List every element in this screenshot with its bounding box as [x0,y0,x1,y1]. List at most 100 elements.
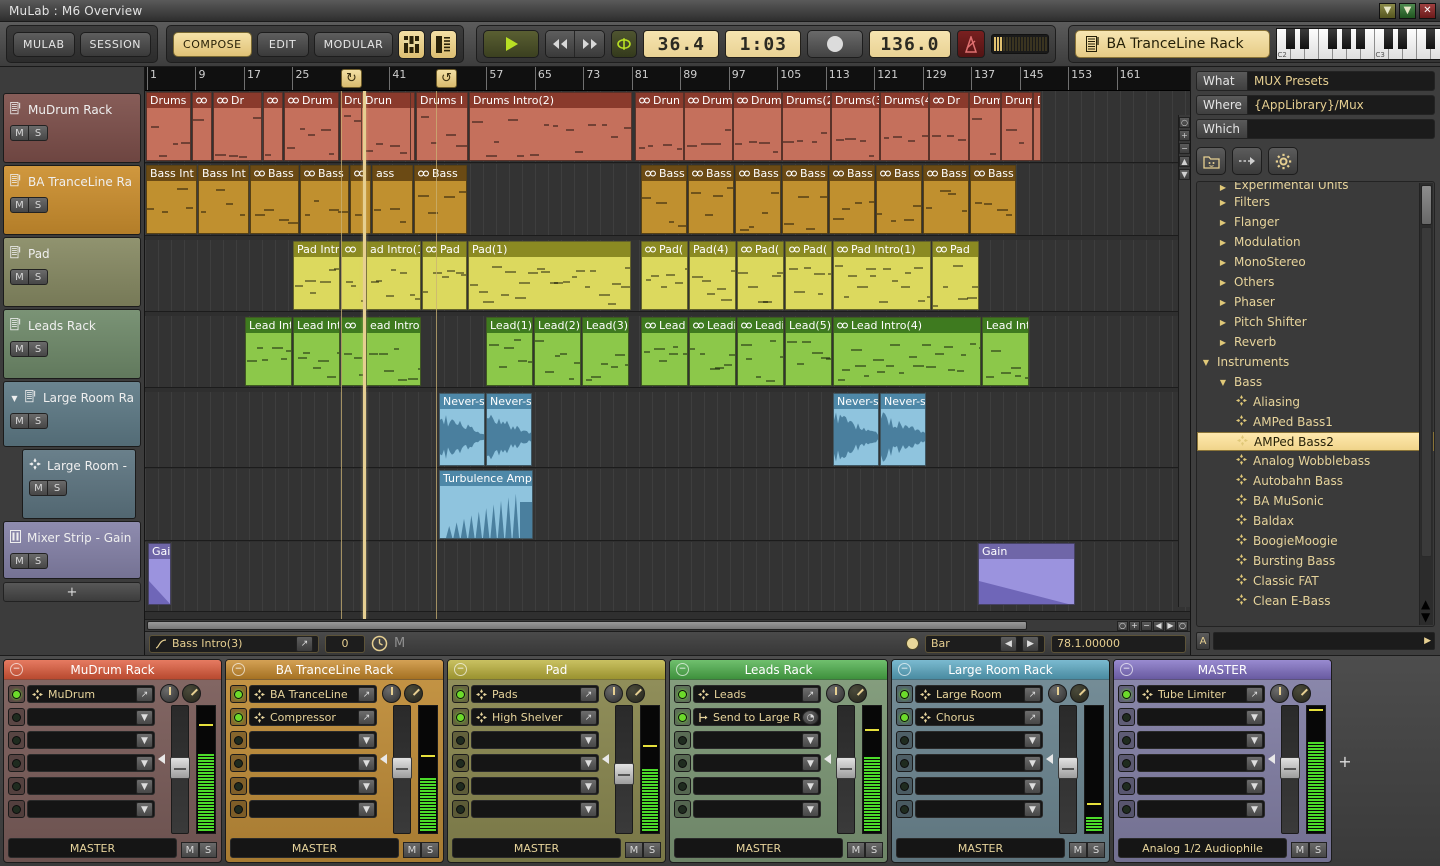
slot-dropdown-icon[interactable]: ▼ [580,802,597,817]
midi-clip[interactable]: Pad(1) [468,241,631,310]
send-knob-icon[interactable]: ◔ [802,710,819,725]
session-menu-button[interactable]: SESSION [79,31,152,57]
slot-field[interactable]: ▼ [1137,708,1265,726]
slot-power-button[interactable] [896,731,913,749]
mixer-slot[interactable]: Chorus ↗ [896,707,1043,727]
midi-clip[interactable]: Leadi [689,317,736,386]
open-plugin-icon[interactable]: ↗ [580,710,597,725]
slot-dropdown-icon[interactable]: ▼ [802,779,819,794]
loop-button[interactable] [611,30,638,58]
slot-dropdown-icon[interactable]: ▼ [1246,733,1263,748]
track-mute-button[interactable]: M [10,269,29,285]
slot-dropdown-icon[interactable]: ▼ [136,779,153,794]
midi-clip[interactable]: Pad( [785,241,832,310]
slot-field[interactable]: Large Room ↗ [915,685,1043,703]
slot-dropdown-icon[interactable]: ▼ [1246,756,1263,771]
slot-field[interactable]: MuDrum ↗ [27,685,155,703]
mixer-slot[interactable]: High Shelver ↗ [452,707,599,727]
slot-power-button[interactable] [452,800,469,818]
midi-clip[interactable]: Bass [876,165,922,234]
mixer-slot[interactable]: Compressor ↗ [230,707,377,727]
track-header[interactable]: Leads Rack M S [3,309,141,379]
piano-black-key[interactable] [1328,29,1338,49]
midi-clip[interactable]: Drum [969,92,1001,161]
tree-item[interactable]: ▶ Filters [1197,192,1434,212]
midi-clip[interactable]: Bass [688,165,734,234]
slot-power-button[interactable] [230,800,247,818]
piano-black-key[interactable] [1356,29,1366,49]
output-routing-button[interactable]: MASTER [896,838,1065,858]
slot-dropdown-icon[interactable]: ▼ [1024,802,1041,817]
automation-clip[interactable]: Gain [978,543,1075,605]
chevron-right-icon[interactable]: ▶ [1218,183,1228,192]
slot-field[interactable]: ▼ [915,800,1043,818]
volume-knob[interactable] [603,684,623,703]
slot-field[interactable]: Leads ↗ [693,685,821,703]
gear-icon[interactable] [1268,147,1298,175]
midi-clip[interactable]: Lead [641,317,688,386]
pan-knob[interactable] [1069,684,1089,703]
slot-field[interactable]: ▼ [693,754,821,772]
tree-item[interactable]: Baldax [1197,511,1434,531]
slot-dropdown-icon[interactable]: ▼ [802,733,819,748]
midi-clip[interactable]: Bass [782,165,828,234]
add-track-button[interactable]: + [3,582,141,602]
slot-power-button[interactable] [674,777,691,795]
midi-clip[interactable]: D [1033,92,1041,161]
slot-field[interactable]: ▼ [27,777,155,795]
midi-clip[interactable] [350,165,371,234]
mixer-strip[interactable]: − Leads Rack Leads ↗ Send to Large R ◔ ▼ ▼ ▼ ▼ MAS… [669,659,888,863]
mixer-slot[interactable]: ▼ [674,799,821,819]
output-routing-button[interactable]: MASTER [452,838,621,858]
slot-power-button[interactable] [1118,754,1135,772]
mixer-slot[interactable]: ▼ [896,730,1043,750]
slot-field[interactable]: ▼ [249,731,377,749]
preset-tree[interactable]: ▲ ▼ ▶ Experimental Units ▶ Filters ▶ Flanger ▶… [1196,181,1435,627]
strip-title-bar[interactable]: − BA TranceLine Rack [226,660,443,680]
open-plugin-icon[interactable]: ↗ [1246,687,1263,702]
mixer-strip[interactable]: − Large Room Rack Large Room ↗ Chorus ↗ ▼ ▼ ▼ ▼ MA… [891,659,1110,863]
zoom-fit-icon[interactable]: ○ [1177,620,1188,631]
track-lane[interactable]: DrumsDrDrumDrums IDrunDrums IDrums Intro… [145,91,1190,163]
midi-clip[interactable]: Drums(3 [831,92,880,161]
tree-item[interactable]: ▼ Bass [1197,372,1434,392]
chevron-right-icon[interactable]: ▶ [1218,338,1228,347]
volume-fader[interactable] [1280,705,1300,834]
slot-dropdown-icon[interactable]: ▼ [1024,756,1041,771]
track-header[interactable]: ▼ Large Room Ra M S [3,381,141,447]
volume-fader[interactable] [392,705,412,834]
slot-power-button[interactable] [1118,800,1135,818]
slot-power-button[interactable] [1118,685,1135,703]
midi-clip[interactable] [341,317,365,386]
slot-dropdown-icon[interactable]: ▼ [136,756,153,771]
mixer-slot[interactable]: ▼ [8,776,155,796]
slot-power-button[interactable] [1118,777,1135,795]
loop-start-icon[interactable]: ↻ [341,69,362,88]
slot-field[interactable]: Tube Limiter ↗ [1137,685,1265,703]
midi-clip[interactable]: Leadi [737,317,784,386]
volume-knob[interactable] [825,684,845,703]
mixer-slot[interactable]: Large Room ↗ [896,684,1043,704]
midi-clip[interactable]: ad Intro(1) [366,241,421,310]
folder-icon[interactable] [1196,147,1226,175]
open-plugin-icon[interactable]: ↗ [1024,687,1041,702]
track-solo-button[interactable]: S [29,269,48,285]
chevron-right-icon[interactable]: ▶ [1218,198,1228,207]
zoom-circle-icon[interactable]: ○ [1117,620,1128,631]
slot-field[interactable]: ▼ [915,754,1043,772]
slot-power-button[interactable] [896,777,913,795]
slot-dropdown-icon[interactable]: ▼ [580,779,597,794]
amp-lane[interactable]: Turbulence Amp [145,469,1190,541]
midi-clip[interactable]: Pad [422,241,467,310]
pan-knob[interactable] [181,684,201,703]
midi-clip[interactable] [192,92,212,161]
volume-fader[interactable] [1058,705,1078,834]
tree-item[interactable]: ▼ Instruments [1197,352,1434,372]
slot-field[interactable]: ▼ [693,777,821,795]
playhead[interactable] [363,91,366,619]
slot-power-button[interactable] [674,685,691,703]
slot-power-button[interactable] [452,777,469,795]
track-mute-button[interactable]: M [10,413,29,429]
midi-clip[interactable]: Bass [970,165,1016,234]
collapse-icon[interactable]: − [898,663,911,676]
